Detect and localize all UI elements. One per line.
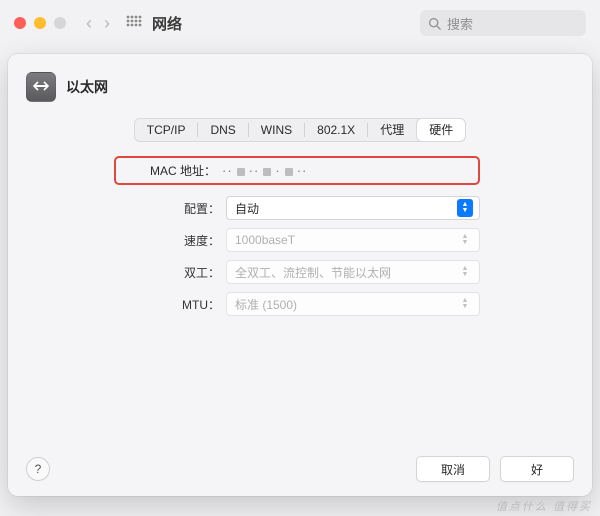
chevron-up-down-icon: ▲▼	[457, 199, 473, 217]
config-select[interactable]: 自动 ▲▼	[226, 196, 480, 220]
mtu-select: 标准 (1500) ▲▼	[226, 292, 480, 316]
tab-dns[interactable]: DNS	[198, 119, 247, 141]
window-title: 网络	[152, 13, 182, 34]
mac-address-label: MAC 地址：	[116, 162, 222, 179]
help-button[interactable]: ?	[26, 457, 50, 481]
forward-button[interactable]: ›	[98, 13, 116, 34]
window-titlebar: ‹ › 网络 搜索	[0, 0, 600, 46]
search-icon	[428, 17, 441, 30]
ok-button[interactable]: 好	[500, 456, 574, 482]
speed-label: 速度：	[120, 232, 226, 249]
chevron-up-down-icon: ▲▼	[457, 295, 473, 313]
back-button[interactable]: ‹	[80, 13, 98, 34]
mac-address-row-highlight: MAC 地址： ·······	[114, 156, 480, 185]
tab-tcpip[interactable]: TCP/IP	[135, 119, 198, 141]
sheet-title: 以太网	[66, 77, 108, 97]
settings-sheet: 以太网 TCP/IP DNS WINS 802.1X 代理 硬件 MAC 地址：…	[8, 54, 592, 496]
ethernet-icon	[26, 72, 56, 102]
search-placeholder: 搜索	[447, 14, 473, 33]
tab-bar: TCP/IP DNS WINS 802.1X 代理 硬件	[134, 118, 466, 142]
search-field[interactable]: 搜索	[420, 10, 586, 36]
close-window-button[interactable]	[14, 17, 26, 29]
chevron-up-down-icon: ▲▼	[457, 263, 473, 281]
mac-address-value: ·······	[222, 163, 470, 178]
watermark-text: 值点什么 值得买	[496, 498, 592, 514]
all-prefs-grid-icon[interactable]	[116, 15, 152, 31]
duplex-select-value: 全双工、流控制、节能以太网	[235, 264, 457, 281]
tab-proxy[interactable]: 代理	[368, 119, 416, 141]
duplex-label: 双工：	[120, 264, 226, 281]
config-select-value: 自动	[235, 200, 457, 217]
speed-select-value: 1000baseT	[235, 233, 457, 247]
speed-select: 1000baseT ▲▼	[226, 228, 480, 252]
chevron-up-down-icon: ▲▼	[457, 231, 473, 249]
mtu-label: MTU：	[120, 296, 226, 313]
duplex-select: 全双工、流控制、节能以太网 ▲▼	[226, 260, 480, 284]
cancel-button[interactable]: 取消	[416, 456, 490, 482]
tab-hardware[interactable]: 硬件	[417, 119, 465, 141]
minimize-window-button[interactable]	[34, 17, 46, 29]
tab-8021x[interactable]: 802.1X	[305, 119, 367, 141]
tab-wins[interactable]: WINS	[249, 119, 304, 141]
zoom-window-button[interactable]	[54, 17, 66, 29]
mtu-select-value: 标准 (1500)	[235, 296, 457, 313]
config-label: 配置：	[120, 200, 226, 217]
